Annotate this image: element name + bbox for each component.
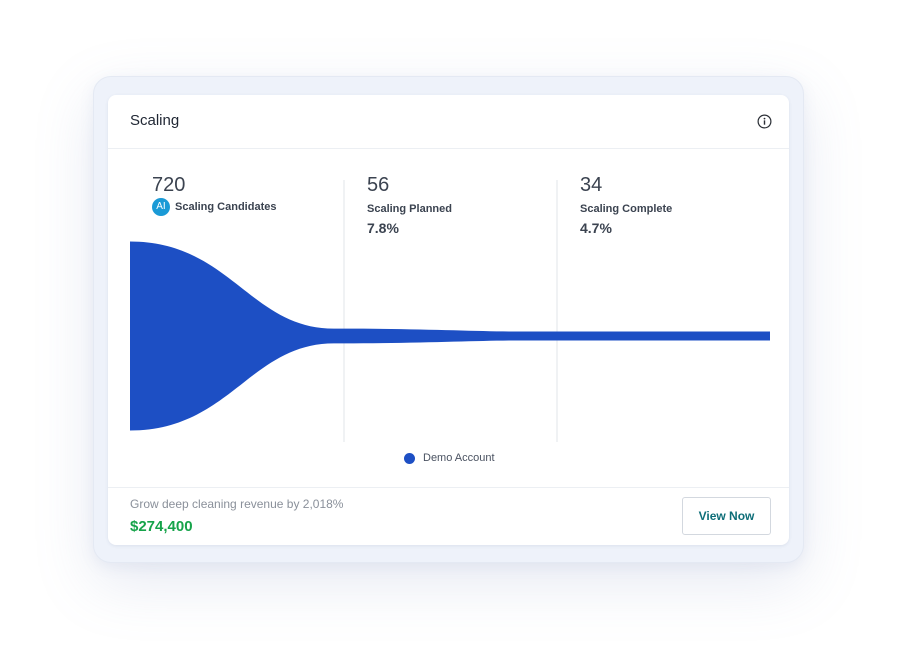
card-title: Scaling	[130, 112, 180, 129]
chart-legend: Demo Account	[404, 452, 495, 464]
stage-label: Scaling Planned	[367, 203, 452, 215]
revenue-value: $274,400	[130, 518, 193, 535]
stage-label: Scaling Candidates	[175, 201, 277, 213]
stage-count: 56	[367, 174, 390, 196]
stage-count: 34	[580, 174, 603, 196]
card-header: Scaling	[108, 95, 789, 149]
stage-count: 720	[152, 174, 186, 196]
legend-swatch	[404, 452, 415, 464]
view-now-button[interactable]: View Now	[682, 497, 771, 535]
info-icon[interactable]	[757, 114, 772, 129]
stage-scaling-planned: 56 Scaling Planned 7.8%	[367, 175, 452, 236]
stage-scaling-complete: 34 Scaling Complete 4.7%	[580, 175, 672, 236]
stage-percent: 7.8%	[367, 220, 399, 236]
ai-badge-icon: AI	[152, 198, 170, 216]
legend-label: Demo Account	[423, 452, 495, 464]
scaling-card: Scaling 720 AI Scaling Candidates 56 Sca…	[108, 95, 789, 545]
stage-scaling-candidates: 720 AI Scaling Candidates	[152, 175, 276, 216]
funnel-shape-demo-account	[130, 241, 770, 431]
funnel-chart: 720 AI Scaling Candidates 56 Scaling Pla…	[108, 150, 789, 487]
revenue-growth-text: Grow deep cleaning revenue by 2,018%	[130, 497, 344, 511]
ai-label-row: AI Scaling Candidates	[152, 198, 276, 216]
card-footer: Grow deep cleaning revenue by 2,018% $27…	[108, 487, 789, 545]
stage-percent: 4.7%	[580, 220, 612, 236]
stage-label: Scaling Complete	[580, 203, 673, 215]
